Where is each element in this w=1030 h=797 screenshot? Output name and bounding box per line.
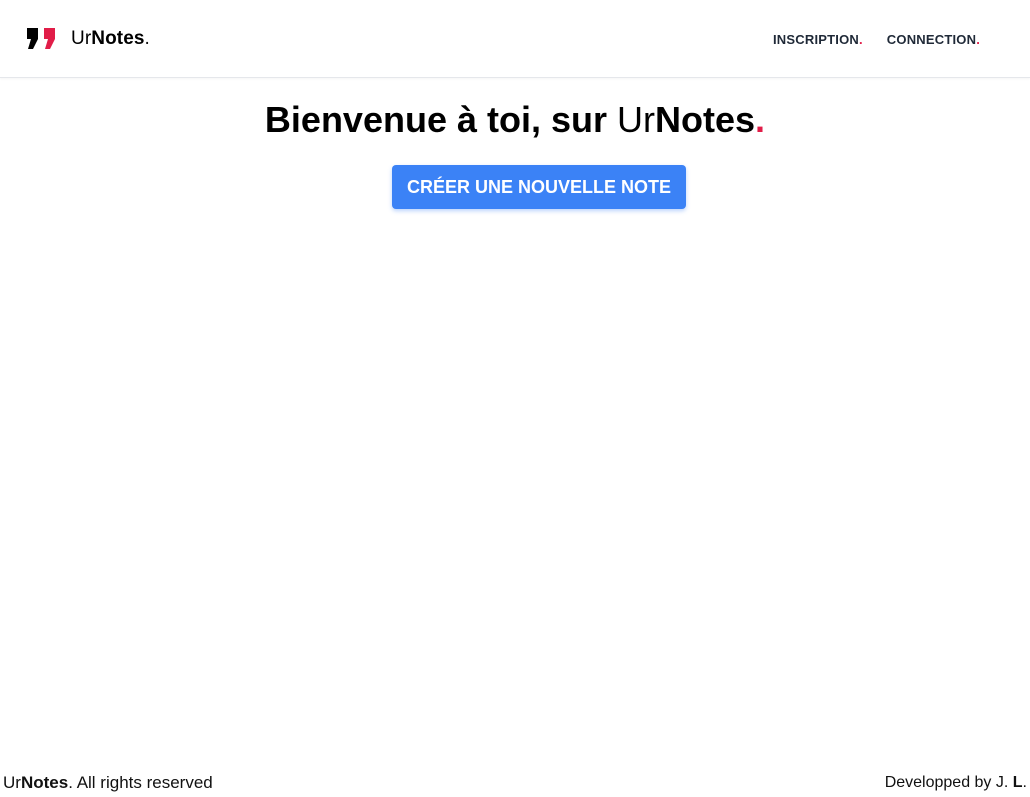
brand-logo[interactable]: UrNotes. — [26, 26, 150, 52]
footer-credit-suffix: . — [1022, 774, 1027, 791]
title-prefix: Bienvenue à toi, sur — [264, 99, 618, 140]
brand-prefix: Ur — [71, 28, 92, 49]
nav-link-connection-dot: . — [976, 32, 980, 47]
nav-link-inscription[interactable]: INSCRIPTION. — [773, 31, 863, 49]
footer-credits: Developped by J. L. — [885, 773, 1027, 793]
brand-dot: . — [144, 28, 150, 49]
nav-links: INSCRIPTION. CONNECTION. — [773, 31, 980, 49]
title-brand-bold: Notes — [655, 99, 756, 140]
footer-copyright: UrNotes. All rights reserved — [3, 772, 213, 794]
brand-name-bold: Notes — [91, 28, 145, 49]
footer-credit-bold: L — [1012, 774, 1023, 791]
page-title: Bienvenue à toi, sur UrNotes. — [0, 97, 1030, 143]
nav-link-connection[interactable]: CONNECTION. — [887, 31, 980, 49]
nav-link-connection-label: CONNECTION — [886, 32, 977, 47]
title-dot: . — [755, 99, 766, 140]
footer-brand-prefix: Ur — [3, 773, 21, 792]
footer-rights: . All rights reserved — [68, 773, 213, 792]
footer-brand-bold: Notes — [20, 773, 69, 792]
create-note-button[interactable]: CRÉER UNE NOUVELLE NOTE — [392, 165, 686, 209]
nav-link-inscription-label: INSCRIPTION — [773, 32, 859, 47]
brand-name: UrNotes. — [71, 27, 150, 51]
nav-link-inscription-dot: . — [858, 32, 863, 47]
navbar: UrNotes. INSCRIPTION. CONNECTION. — [0, 0, 1030, 78]
title-brand-thin: Ur — [617, 99, 656, 140]
quote-icon — [27, 28, 55, 49]
footer-credit-prefix: Developped by J. — [884, 774, 1013, 791]
